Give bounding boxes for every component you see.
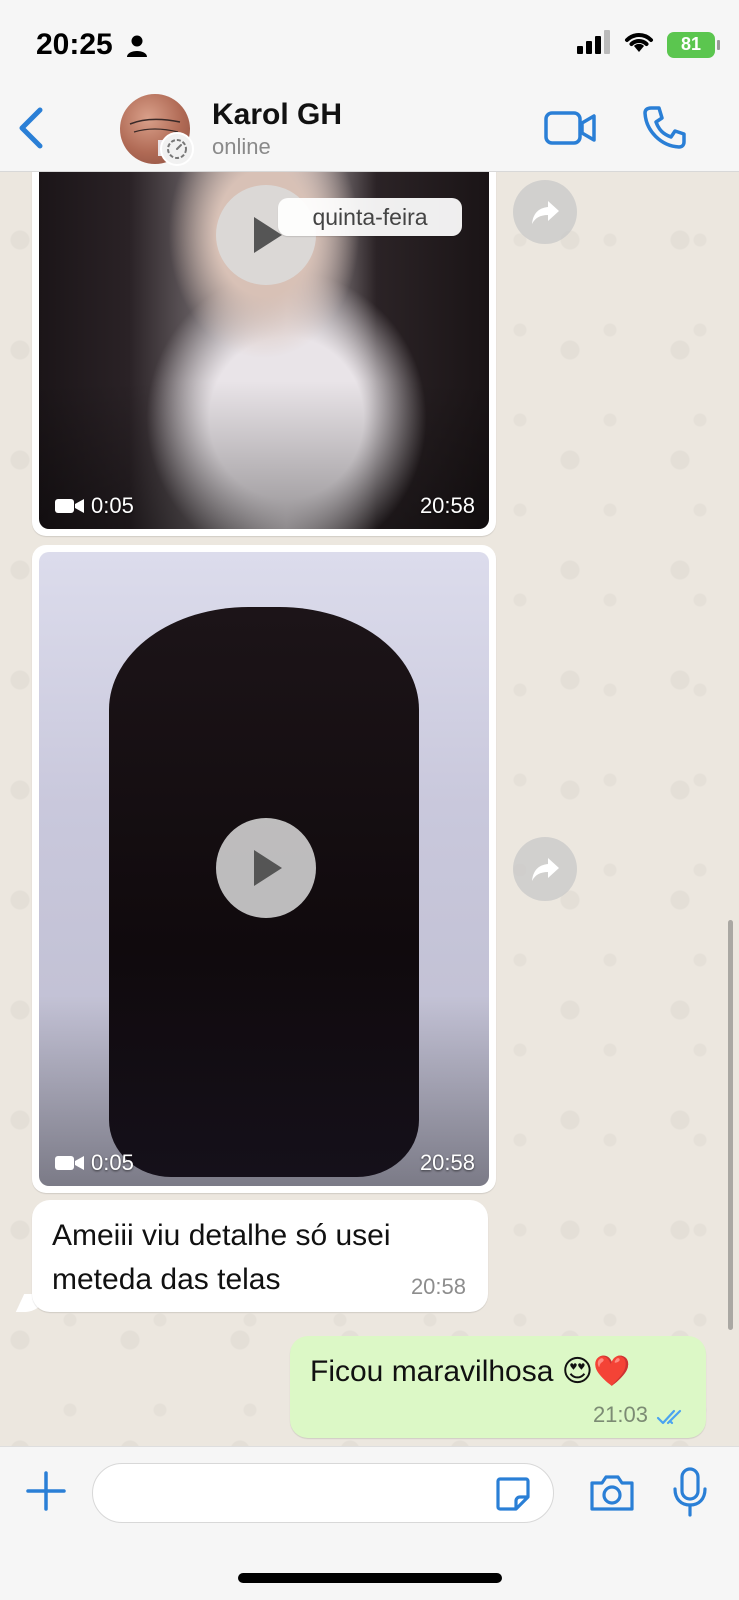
read-receipt-icon bbox=[656, 1409, 682, 1425]
forward-icon bbox=[532, 201, 559, 224]
video-camera-icon bbox=[544, 111, 596, 145]
message-time: 20:58 bbox=[410, 1274, 466, 1299]
video-camera-icon bbox=[55, 1156, 84, 1170]
message-text: Ameiii viu detalhe só usei meteda das te… bbox=[52, 1219, 391, 1296]
message-time: 20:58 bbox=[419, 1150, 475, 1175]
incoming-message[interactable]: Ameiii viu detalhe só usei meteda das te… bbox=[32, 1200, 488, 1312]
sticker-icon bbox=[496, 1477, 530, 1511]
phone-icon bbox=[643, 106, 686, 149]
video-call-button[interactable] bbox=[544, 108, 596, 148]
chevron-left-icon bbox=[19, 107, 43, 149]
sticker-button[interactable] bbox=[494, 1475, 532, 1513]
home-indicator[interactable] bbox=[238, 1573, 502, 1583]
forward-button[interactable] bbox=[513, 837, 577, 901]
status-indicators: 81 bbox=[577, 30, 720, 59]
battery-level: 81 bbox=[680, 34, 702, 54]
status-time: 20:25 bbox=[36, 28, 113, 61]
plus-icon bbox=[26, 1471, 66, 1511]
video-thumbnail[interactable]: 0:05 20:58 bbox=[39, 552, 489, 1186]
date-separator: quinta-feira bbox=[278, 198, 462, 236]
play-button[interactable] bbox=[216, 818, 316, 918]
message-text: Ficou maravilhosa 😍❤️ bbox=[310, 1355, 631, 1388]
message-input[interactable] bbox=[92, 1463, 554, 1523]
contact-status: online bbox=[212, 134, 271, 159]
scrollbar[interactable] bbox=[728, 920, 733, 1330]
cellular-signal-icon bbox=[577, 30, 611, 59]
video-duration-text: 0:05 bbox=[91, 1150, 134, 1175]
disappearing-timer-icon bbox=[160, 132, 194, 166]
contact-name[interactable]: Karol GH bbox=[212, 98, 342, 132]
message-composer bbox=[0, 1446, 739, 1600]
video-camera-icon bbox=[55, 499, 84, 513]
person-icon bbox=[126, 34, 148, 63]
voice-call-button[interactable] bbox=[641, 104, 687, 150]
video-duration-text: 0:05 bbox=[91, 493, 134, 518]
battery-indicator: 81 bbox=[667, 31, 720, 58]
forward-button[interactable] bbox=[513, 180, 577, 244]
wifi-icon bbox=[623, 30, 655, 59]
microphone-icon bbox=[673, 1467, 707, 1517]
back-button[interactable] bbox=[16, 106, 46, 150]
video-duration: 0:05 bbox=[55, 1150, 134, 1176]
message-time: 20:58 bbox=[419, 493, 475, 518]
microphone-button[interactable] bbox=[672, 1467, 708, 1519]
video-message[interactable]: 0:05 20:58 bbox=[32, 545, 496, 1193]
camera-icon bbox=[590, 1475, 634, 1511]
attach-button[interactable] bbox=[24, 1469, 68, 1513]
play-icon bbox=[254, 850, 282, 886]
chat-header: 20:25 81 Karol GH online bbox=[0, 0, 739, 172]
forward-icon bbox=[532, 858, 559, 881]
outgoing-message[interactable]: Ficou maravilhosa 😍❤️ 21:03 bbox=[290, 1336, 706, 1438]
video-duration: 0:05 bbox=[55, 493, 134, 519]
message-time: 21:03 bbox=[592, 1402, 648, 1427]
camera-button[interactable] bbox=[588, 1471, 636, 1515]
